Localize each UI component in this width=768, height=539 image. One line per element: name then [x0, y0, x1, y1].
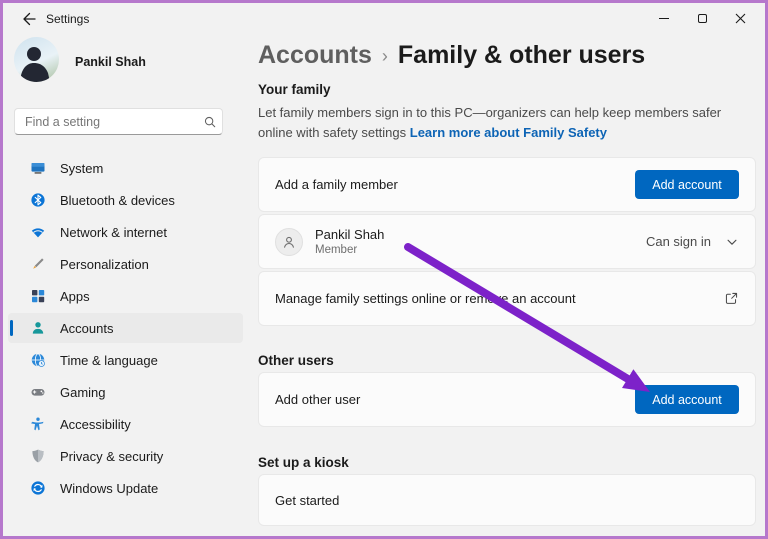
sidebar-item-label: Bluetooth & devices: [60, 192, 175, 208]
family-member-row[interactable]: Pankil Shah Member Can sign in: [258, 214, 756, 269]
breadcrumb: Accounts › Family & other users: [258, 41, 645, 70]
member-name: Pankil Shah: [315, 227, 385, 242]
back-button[interactable]: [20, 10, 38, 28]
member-role: Member: [315, 244, 358, 256]
gamepad-icon: [31, 389, 45, 396]
back-arrow-icon: [23, 12, 36, 26]
sidebar-item-system[interactable]: System: [8, 153, 243, 183]
member-avatar: [275, 227, 303, 256]
add-other-user-row[interactable]: Add other user Add account: [258, 372, 756, 427]
manage-family-settings-row[interactable]: Manage family settings online or remove …: [258, 271, 756, 326]
sidebar-item-personalization[interactable]: Personalization: [8, 249, 243, 279]
sidebar-item-accounts[interactable]: Accounts: [8, 313, 243, 343]
user-name: Pankil Shah: [75, 55, 146, 69]
sidebar-item-label: Network & internet: [60, 224, 167, 240]
add-other-account-button[interactable]: Add account: [635, 385, 739, 414]
sidebar-item-time-language[interactable]: Time & language: [8, 345, 243, 375]
sidebar-item-privacy-security[interactable]: Privacy & security: [8, 441, 243, 471]
add-family-member-row[interactable]: Add a family member Add account: [258, 157, 756, 212]
page-title: Family & other users: [397, 41, 646, 69]
chevron-down-icon[interactable]: [725, 235, 739, 249]
sidebar-item-apps[interactable]: Apps: [8, 281, 243, 311]
add-family-account-button[interactable]: Add account: [635, 170, 739, 199]
window-title: Settings: [46, 12, 90, 26]
search-icon: [198, 115, 222, 129]
manage-family-settings-label: Manage family settings online or remove …: [275, 291, 576, 306]
person-outline-icon: [284, 236, 294, 248]
family-safety-link[interactable]: Learn more about Family Safety: [410, 125, 607, 140]
privacy-shield-icon: [32, 449, 44, 463]
kiosk-get-started-label: Get started: [275, 492, 340, 508]
bluetooth-icon: [31, 193, 45, 207]
kiosk-heading: Set up a kiosk: [258, 455, 349, 470]
wifi-icon: [31, 228, 45, 238]
settings-window: Settings Pankil Shah System Bluetooth &: [0, 0, 768, 539]
main-content: Accounts › Family & other users Your fam…: [258, 3, 756, 536]
windows-update-icon: [31, 481, 45, 495]
sidebar-item-accessibility[interactable]: Accessibility: [8, 409, 243, 439]
user-photo: [20, 47, 50, 82]
sidebar-item-bluetooth-devices[interactable]: Bluetooth & devices: [8, 185, 243, 215]
external-link-icon: [725, 292, 738, 304]
kiosk-get-started-row[interactable]: Get started: [258, 474, 756, 526]
paintbrush-icon: [33, 258, 44, 269]
sidebar-item-label: System: [60, 160, 104, 176]
accounts-person-icon: [32, 322, 44, 334]
sidebar-item-label: Windows Update: [60, 480, 159, 496]
sidebar-item-network-internet[interactable]: Network & internet: [8, 217, 243, 247]
sidebar-item-label: Accounts: [60, 320, 114, 336]
member-status: Can sign in: [645, 234, 711, 249]
apps-grid-icon: [32, 290, 45, 303]
sidebar-item-label: Apps: [60, 288, 90, 304]
accessibility-person-icon: [31, 417, 44, 431]
sidebar-item-windows-update[interactable]: Windows Update: [8, 473, 243, 503]
sidebar-item-gaming[interactable]: Gaming: [8, 377, 243, 407]
search-box[interactable]: [14, 108, 223, 135]
system-icon: [31, 163, 45, 174]
breadcrumb-separator-icon: ›: [381, 46, 388, 66]
add-family-member-label: Add a family member: [275, 177, 398, 192]
breadcrumb-accounts[interactable]: Accounts: [258, 41, 372, 70]
your-family-description: Let family members sign in to this PC—or…: [258, 103, 756, 143]
search-input[interactable]: [15, 114, 198, 129]
add-other-user-label: Add other user: [275, 392, 361, 407]
sidebar-item-label: Gaming: [60, 384, 106, 400]
sidebar-nav: System Bluetooth & devices Network & int…: [8, 153, 243, 505]
globe-clock-icon: [31, 353, 45, 367]
other-users-heading: Other users: [258, 353, 334, 368]
sidebar-item-label: Personalization: [60, 256, 149, 272]
sidebar-item-label: Time & language: [60, 352, 158, 368]
user-avatar[interactable]: [14, 37, 59, 82]
sidebar-item-label: Accessibility: [60, 416, 131, 432]
your-family-heading: Your family: [258, 82, 331, 97]
sidebar-item-label: Privacy & security: [60, 448, 164, 464]
